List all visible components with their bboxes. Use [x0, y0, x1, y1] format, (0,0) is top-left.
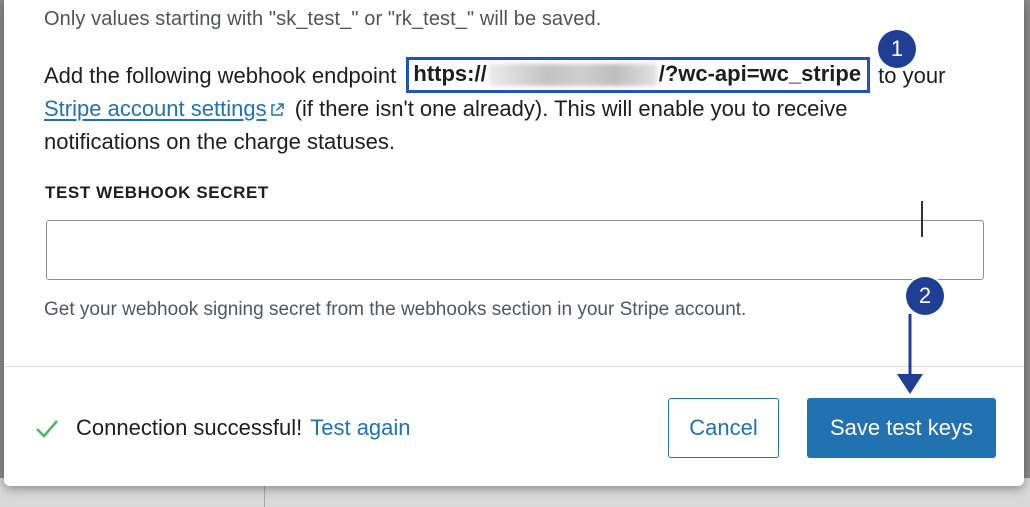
endpoint-end: /?wc-api=wc_stripe: [658, 61, 862, 86]
webhook-line-2: Stripe account settings (if there isn't …: [44, 92, 1004, 125]
endpoint-start: https://: [413, 61, 487, 86]
annotation-badge-2: 2: [906, 277, 944, 315]
stripe-account-settings-link[interactable]: Stripe account settings: [44, 96, 267, 121]
webhook-line-3-text: notifications on the charge statuses.: [44, 129, 395, 154]
webhook-instructions: Add the following webhook endpoint https…: [44, 57, 1004, 158]
webhook-endpoint-highlight: https:// /?wc-api=wc_stripe: [406, 57, 871, 93]
redacted-domain: [488, 64, 657, 87]
arrow-down-icon: [897, 314, 923, 394]
external-link-icon[interactable]: [269, 102, 285, 118]
text-cursor: [921, 201, 923, 237]
webhook-secret-help: Get your webhook signing secret from the…: [44, 299, 747, 320]
save-test-keys-button[interactable]: Save test keys: [807, 398, 996, 458]
key-prefix-info: Only values starting with "sk_test_" or …: [44, 8, 602, 30]
connection-status-text: Connection successful!: [76, 415, 303, 440]
after-endpoint-text: to your: [872, 63, 946, 88]
check-icon: [36, 420, 58, 438]
webhook-line-1: Add the following webhook endpoint https…: [44, 57, 1004, 93]
annotation-badge-1: 1: [878, 30, 916, 68]
stripe-test-keys-modal: Only values starting with "sk_test_" or …: [4, 0, 1024, 486]
connection-status: Connection successful! Test again: [34, 415, 411, 441]
webhook-prefix-text: Add the following webhook endpoint: [44, 63, 403, 88]
webhook-line-2-text: (if there isn't one already). This will …: [288, 96, 848, 121]
modal-footer: Connection successful! Test again Cancel…: [4, 366, 1024, 486]
test-again-link[interactable]: Test again: [310, 415, 410, 441]
webhook-line-3: notifications on the charge statuses.: [44, 125, 1004, 158]
test-webhook-secret-label: TEST WEBHOOK SECRET: [45, 183, 269, 202]
cancel-button[interactable]: Cancel: [668, 398, 779, 458]
test-webhook-secret-input[interactable]: [46, 220, 984, 280]
